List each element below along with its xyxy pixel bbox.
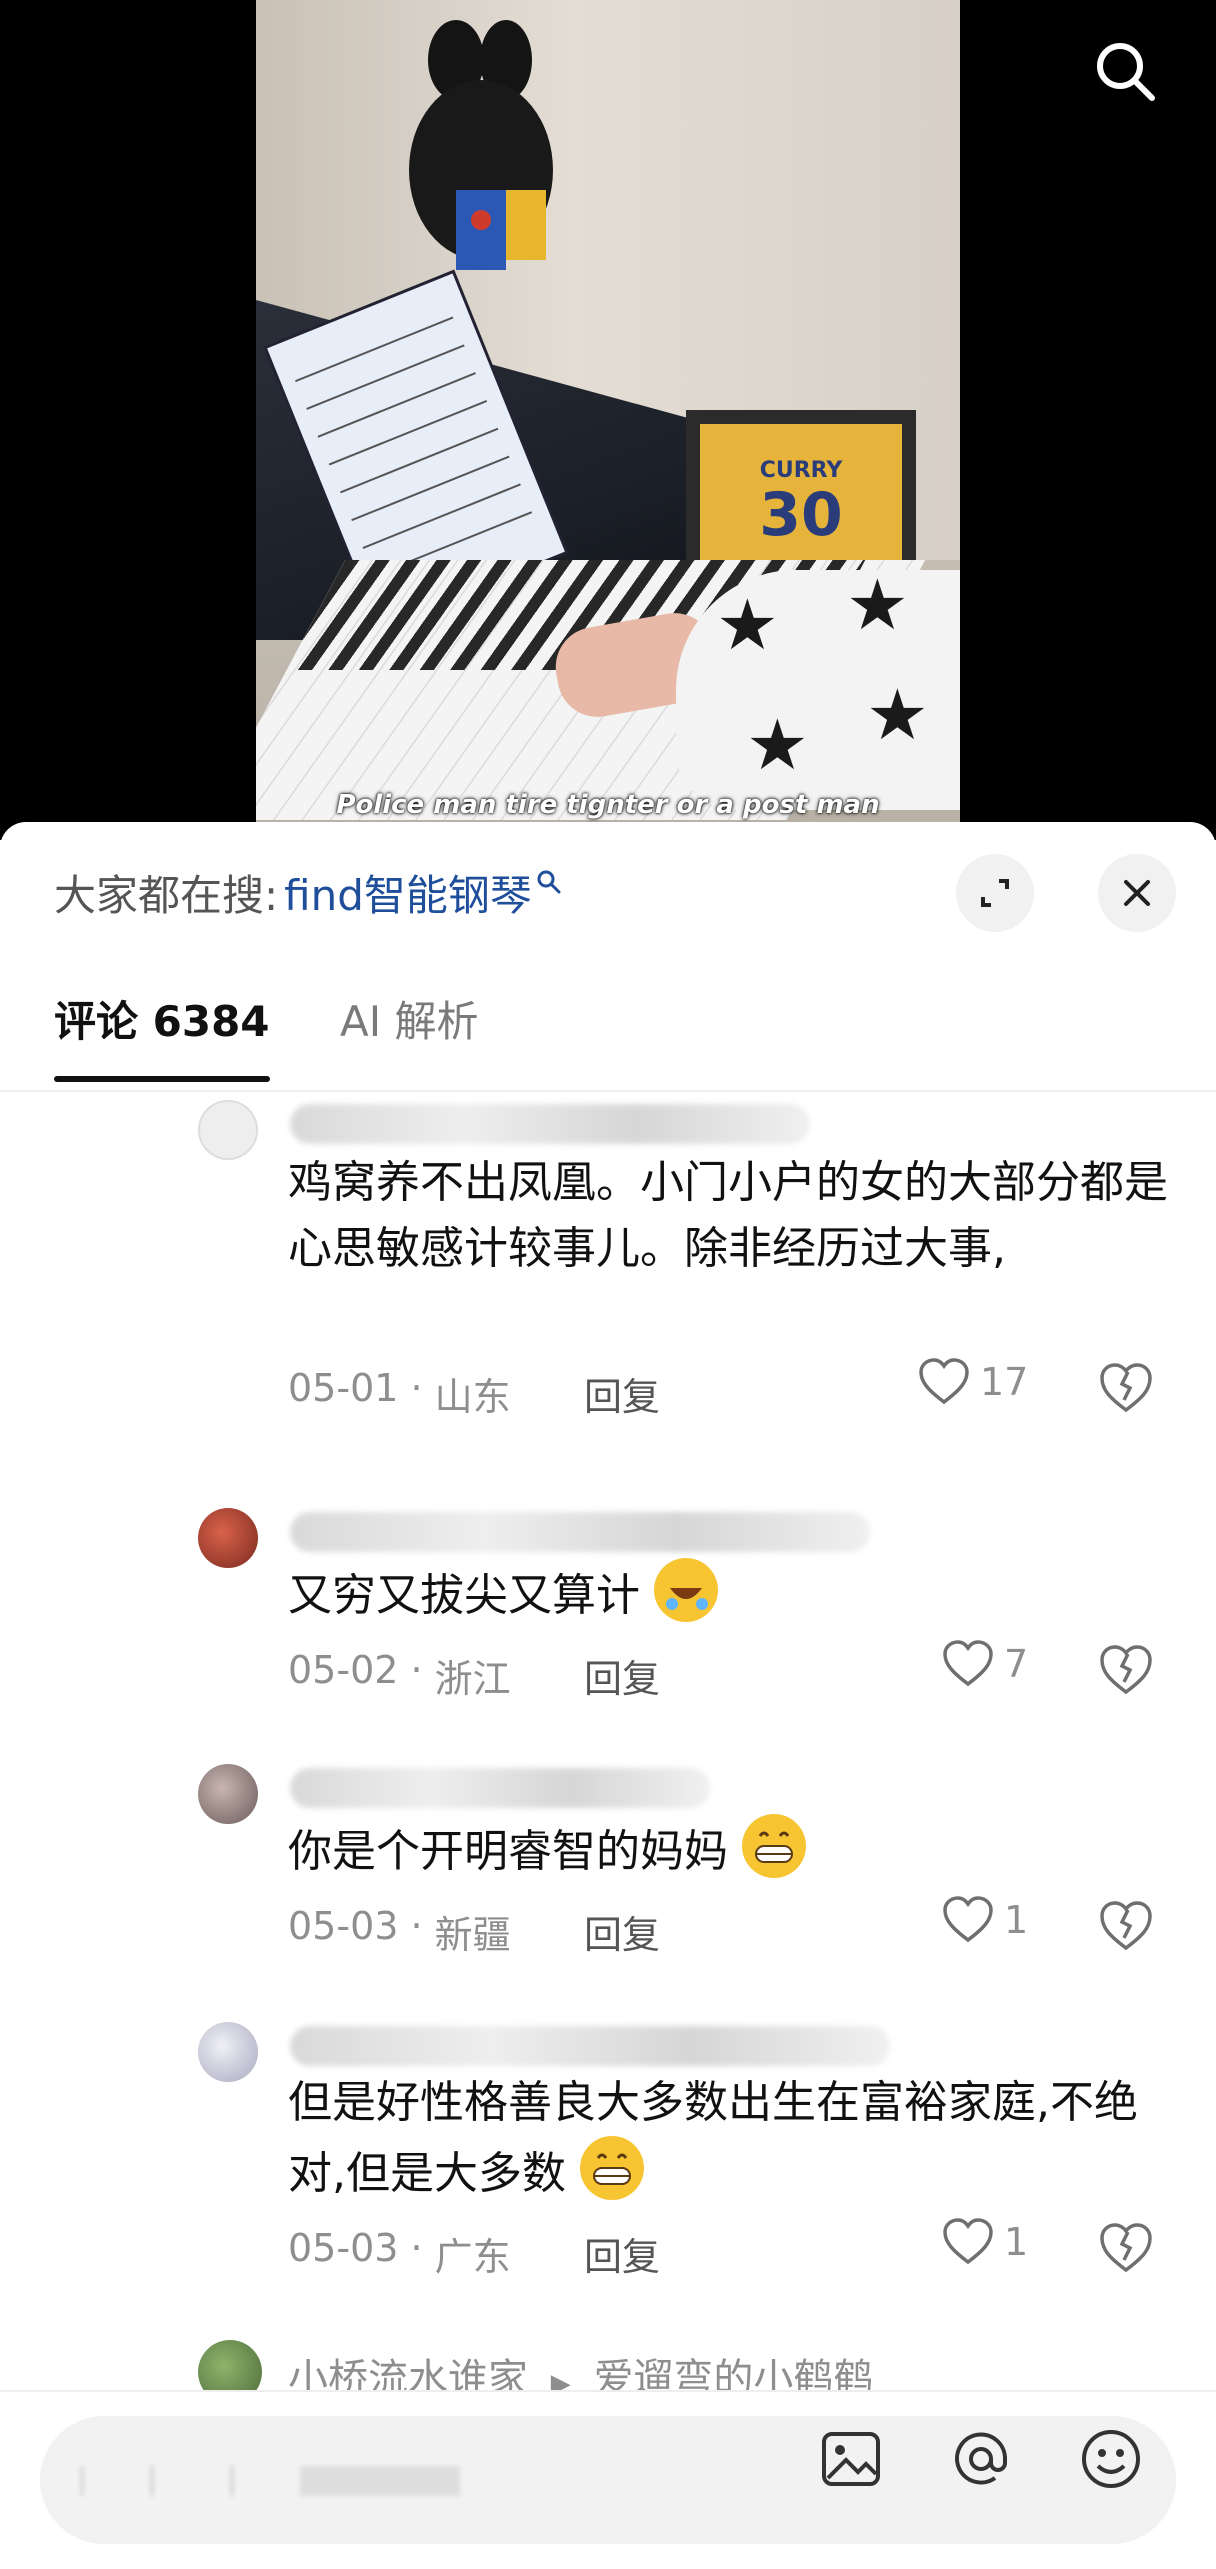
- expand-button[interactable]: [956, 854, 1034, 932]
- comment-input-bar: [0, 2390, 1216, 2569]
- grinning-emoji-icon: [742, 1814, 806, 1878]
- comment-location: 广东: [434, 2235, 511, 2279]
- comment-text-content: 又穷又拔尖又算计: [288, 1570, 640, 1621]
- small-search-icon: [537, 870, 561, 894]
- avatar[interactable]: [198, 2022, 258, 2082]
- tab-comments-label: 评论 6384: [54, 997, 270, 1046]
- grinning-emoji-icon: [580, 2136, 644, 2200]
- comment-text: 又穷又拔尖又算计: [288, 1558, 1168, 1629]
- comment-meta: 05-01 · 山东 回复: [288, 1366, 660, 1421]
- comment-meta: 05-03 · 新疆 回复: [288, 1904, 660, 1959]
- heart-icon: [943, 1640, 993, 1687]
- comment-meta: 05-03 · 广东 回复: [288, 2226, 660, 2281]
- comment-text: 你是个开明睿智的妈妈: [288, 1814, 1168, 1885]
- blurred-username: [290, 1512, 870, 1552]
- close-icon: [1124, 880, 1150, 906]
- video-player[interactable]: CURRY 30 ★ ★ ★ ★ Police man tire tignter…: [0, 0, 1216, 840]
- like-button[interactable]: 17: [918, 1358, 1028, 1406]
- comment-panel: 大家都在搜: find智能钢琴 评论 6384 AI 解析 鸡窝养不出凤凰。小门…: [0, 822, 1216, 2569]
- meta-separator: ·: [398, 1904, 435, 1948]
- search-icon[interactable]: [1090, 36, 1160, 106]
- rolling-laughing-emoji-icon: [654, 1558, 718, 1622]
- tab-active-indicator: [54, 1076, 270, 1082]
- comment-location: 新疆: [434, 1913, 511, 1957]
- jersey-number: 30: [759, 480, 843, 550]
- like-count: 7: [1004, 1642, 1029, 1686]
- comment-text-content: 但是好性格善良大多数出生在富裕家庭,不绝对,但是大多数: [288, 2077, 1138, 2199]
- meta-separator: ·: [398, 1366, 435, 1410]
- reply-button[interactable]: 回复: [584, 2226, 660, 2281]
- comment-date: 05-01: [288, 1366, 399, 1410]
- broken-heart-icon[interactable]: [1098, 1898, 1154, 1954]
- image-icon[interactable]: [818, 2426, 884, 2492]
- comment-meta: 05-02 · 浙江 回复: [288, 1648, 660, 1703]
- comment-date: 05-03: [288, 1904, 399, 1948]
- meta-separator: ·: [398, 1648, 435, 1692]
- plush-toy: [409, 20, 553, 270]
- broken-heart-icon[interactable]: [1098, 2220, 1154, 2276]
- video-frame: CURRY 30 ★ ★ ★ ★: [256, 0, 960, 826]
- tab-comments[interactable]: 评论 6384: [54, 992, 270, 1082]
- like-count: 1: [1004, 2220, 1029, 2264]
- comment-date: 05-03: [288, 2226, 399, 2270]
- tab-ai-label: AI 解析: [340, 997, 479, 1046]
- like-count: 17: [980, 1360, 1029, 1404]
- reply-button[interactable]: 回复: [584, 1904, 660, 1959]
- expand-icon: [981, 879, 1009, 907]
- avatar[interactable]: [198, 1508, 258, 1568]
- search-suggestion: 大家都在搜: find智能钢琴: [54, 862, 562, 922]
- blurred-username: [290, 1104, 810, 1144]
- comment-text: 鸡窝养不出凤凰。小门小户的女的大部分都是心思敏感计较事儿。除非经历过大事,: [288, 1157, 1168, 1274]
- divider: [0, 1090, 1216, 1092]
- reply-button[interactable]: 回复: [584, 1648, 660, 1703]
- at-icon[interactable]: [948, 2426, 1014, 2492]
- video-subtitle: Police man tire tignter or a post man: [336, 790, 880, 820]
- blurred-placeholder: [80, 2466, 460, 2496]
- heart-icon: [943, 2218, 993, 2265]
- heart-icon: [943, 1896, 993, 1943]
- broken-heart-icon[interactable]: [1098, 1360, 1154, 1416]
- avatar[interactable]: [198, 1764, 258, 1824]
- blurred-username: [290, 1768, 710, 1808]
- comment-text-content: 你是个开明睿智的妈妈: [288, 1826, 728, 1877]
- avatar[interactable]: [198, 1100, 258, 1160]
- reply-button[interactable]: 回复: [584, 1366, 660, 1421]
- comment-location: 浙江: [434, 1657, 511, 1701]
- suggestion-link[interactable]: find智能钢琴: [284, 862, 532, 923]
- heart-icon: [919, 1358, 969, 1405]
- like-button[interactable]: 1: [942, 1896, 1028, 1944]
- star-sleeve: ★ ★ ★ ★: [676, 570, 960, 810]
- like-button[interactable]: 1: [942, 2218, 1028, 2266]
- comment-date: 05-02: [288, 1648, 399, 1692]
- emoji-icon[interactable]: [1078, 2426, 1144, 2492]
- meta-separator: ·: [398, 2226, 435, 2270]
- suggestion-prefix: 大家都在搜:: [54, 870, 279, 920]
- like-count: 1: [1004, 1898, 1029, 1942]
- broken-heart-icon[interactable]: [1098, 1642, 1154, 1698]
- comment-text: 但是好性格善良大多数出生在富裕家庭,不绝对,但是大多数: [288, 2070, 1148, 2207]
- comment-location: 山东: [434, 1375, 511, 1419]
- tab-bar: 评论 6384 AI 解析: [0, 992, 1216, 1092]
- like-button[interactable]: 7: [942, 1640, 1028, 1688]
- tab-ai-analysis[interactable]: AI 解析: [340, 992, 478, 1082]
- blurred-username: [290, 2026, 890, 2066]
- close-button[interactable]: [1098, 854, 1176, 932]
